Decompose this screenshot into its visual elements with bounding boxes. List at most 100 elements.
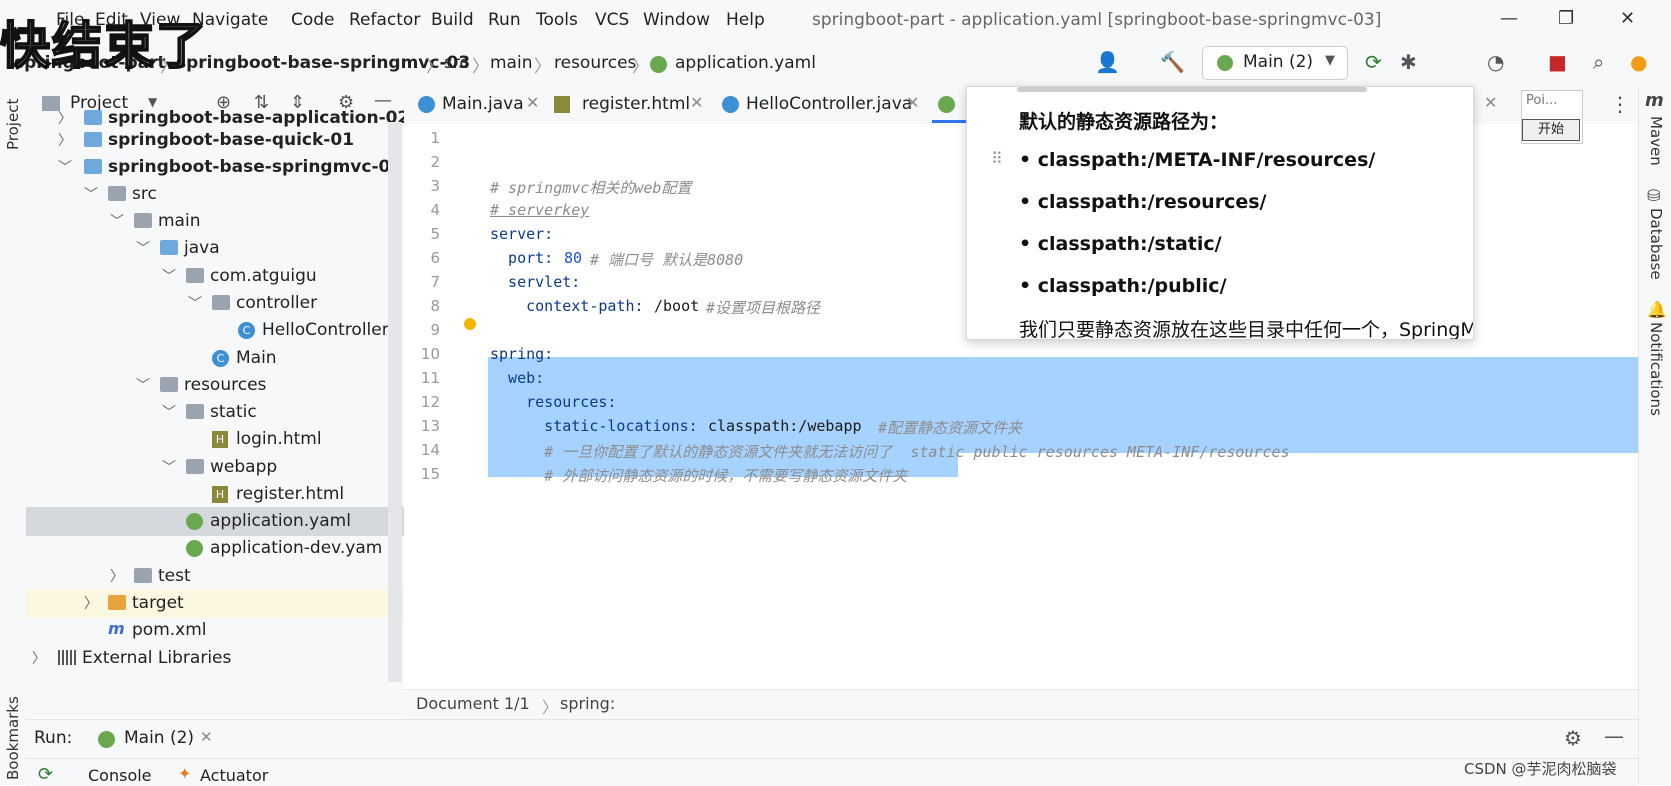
chevron-down-icon[interactable]: ﹀ xyxy=(162,402,176,422)
stop-icon[interactable]: ■ xyxy=(1548,50,1567,74)
restore-icon[interactable]: ❐ xyxy=(1558,8,1574,29)
tree-item-target[interactable]: 〉 target xyxy=(26,589,404,618)
tab-actuator[interactable]: Actuator xyxy=(200,766,268,785)
tree-item-application-yaml[interactable]: application.yaml xyxy=(26,507,404,536)
chevron-right-icon[interactable]: 〉 xyxy=(58,130,72,150)
start-button[interactable]: 开始 xyxy=(1522,119,1580,141)
chevron-down-icon[interactable]: ﹀ xyxy=(84,184,98,204)
chevron-down-icon[interactable]: ﹀ xyxy=(58,157,72,177)
chevron-right-icon[interactable]: 〉 xyxy=(84,593,98,613)
breadcrumb-file[interactable]: application.yaml xyxy=(675,53,816,73)
chevron-down-icon[interactable]: ﹀ xyxy=(136,238,150,258)
tree-item-package[interactable]: ﹀ com.atguigu xyxy=(26,262,404,291)
menu-build[interactable]: Build xyxy=(431,10,474,30)
hide-panel-icon[interactable]: — xyxy=(1604,724,1624,748)
rerun-icon[interactable]: ⟳ xyxy=(1365,50,1382,74)
user-icon[interactable]: 👤 xyxy=(1095,50,1120,74)
menu-code[interactable]: Code xyxy=(291,10,335,30)
database-tool-tab[interactable]: Database xyxy=(1647,208,1665,280)
more-options-icon[interactable]: ⋮ xyxy=(1610,92,1630,116)
close-tab-icon[interactable]: ✕ xyxy=(690,93,703,112)
menu-help[interactable]: Help xyxy=(726,10,765,30)
close-tab-icon[interactable]: ✕ xyxy=(200,728,213,746)
maven-tool-tab[interactable]: Maven xyxy=(1647,116,1665,166)
menu-tools[interactable]: Tools xyxy=(536,10,578,30)
tree-item-test[interactable]: 〉 test xyxy=(26,562,404,591)
popup-scrollbar[interactable] xyxy=(1017,87,1367,92)
yaml-file-icon[interactable] xyxy=(938,96,955,113)
popup-list-item: classpath:/META-INF/resources/ xyxy=(1037,149,1376,171)
tree-item-controller[interactable]: ﹀ controller xyxy=(26,289,404,318)
menu-run[interactable]: Run xyxy=(488,10,521,30)
gear-icon[interactable]: ⚙ xyxy=(1564,726,1582,750)
tree-item-quick-01[interactable]: 〉 springboot-base-quick-01 xyxy=(26,126,404,155)
chevron-down-icon[interactable]: ﹀ xyxy=(162,266,176,286)
profiler-icon[interactable]: ◔ xyxy=(1487,50,1504,74)
tree-item-main[interactable]: ﹀ main xyxy=(26,207,404,236)
minimize-icon[interactable]: — xyxy=(1500,8,1518,29)
tree-item-webapp[interactable]: ﹀ webapp xyxy=(26,453,404,482)
build-hammer-icon[interactable]: 🔨 xyxy=(1160,50,1185,74)
chevron-down-icon[interactable]: ﹀ xyxy=(188,293,202,313)
tab-main-java[interactable]: Main.java xyxy=(442,94,524,114)
tree-item-src[interactable]: ﹀ src xyxy=(26,180,404,209)
scrollbar[interactable] xyxy=(388,122,402,682)
notifications-tool-tab[interactable]: Notifications xyxy=(1647,322,1665,416)
breadcrumb-separator-icon: 〉 xyxy=(632,57,649,77)
tab-hellocontroller[interactable]: HelloController.java xyxy=(746,94,912,114)
chevron-right-icon[interactable]: 〉 xyxy=(58,108,72,128)
chevron-down-icon[interactable]: ﹀ xyxy=(110,211,124,231)
close-tab-icon[interactable]: ✕ xyxy=(526,93,539,112)
bookmarks-tool-tab[interactable]: Bookmarks xyxy=(4,696,22,780)
tree-item-application-dev-yaml[interactable]: application-dev.yam xyxy=(26,534,404,563)
breadcrumb-resources[interactable]: resources xyxy=(554,53,636,73)
lightbulb-icon[interactable] xyxy=(464,318,476,330)
update-icon[interactable]: ● xyxy=(1630,50,1647,74)
recorder-field[interactable]: Poi... xyxy=(1526,93,1557,108)
actuator-icon: ✦ xyxy=(178,764,192,783)
tree-item-java[interactable]: ﹀ java xyxy=(26,234,404,263)
tree-item-label: Main xyxy=(236,348,277,368)
tab-register-html[interactable]: register.html xyxy=(582,94,690,114)
tree-item-static[interactable]: ﹀ static xyxy=(26,398,404,427)
debug-icon[interactable]: ✱ xyxy=(1400,50,1417,74)
menu-window[interactable]: Window xyxy=(643,10,710,30)
chevron-right-icon[interactable]: 〉 xyxy=(110,566,124,586)
documentation-popup[interactable]: 默认的静态资源路径为： ⠿ • classpath:/META-INF/reso… xyxy=(966,86,1474,340)
close-tab-icon[interactable]: ✕ xyxy=(906,93,919,112)
run-configuration-select[interactable]: Main (2) ▼ xyxy=(1202,46,1348,80)
drag-handle-icon[interactable]: ⠿ xyxy=(991,149,1003,168)
breadcrumb-src[interactable]: src xyxy=(444,53,469,73)
resources-folder-icon xyxy=(160,377,178,392)
chevron-right-icon[interactable]: 〉 xyxy=(32,648,46,668)
chevron-down-icon[interactable]: ﹀ xyxy=(162,457,176,477)
code-comment: #设置项目根路径 xyxy=(706,299,821,317)
menu-refactor[interactable]: Refactor xyxy=(349,10,420,30)
project-tool-tab[interactable]: Project xyxy=(4,99,22,150)
excluded-folder-icon xyxy=(108,595,126,610)
run-tab-main[interactable]: Main (2) xyxy=(124,728,194,748)
tree-item-login-html[interactable]: H login.html xyxy=(26,425,404,454)
tree-item-hellocontroller[interactable]: C HelloController xyxy=(26,316,404,345)
rerun-icon[interactable]: ⟳ xyxy=(38,764,53,785)
breadcrumb-main[interactable]: main xyxy=(490,53,532,73)
tree-item-label: application-dev.yam xyxy=(210,538,383,558)
tree-item-register-html[interactable]: H register.html xyxy=(26,480,404,509)
tree-item-label: src xyxy=(132,184,157,204)
yaml-path-crumb[interactable]: spring: xyxy=(560,694,615,713)
tree-item-springmvc-03[interactable]: ﹀ springboot-base-springmvc-03 xyxy=(26,153,404,182)
search-icon[interactable]: ⌕ xyxy=(1593,50,1604,74)
tab-console[interactable]: Console xyxy=(88,766,152,785)
project-panel: Project ▼ ⊕ ⇅ ⇕ ⚙ — 〉 springboot-base-ap… xyxy=(26,86,405,718)
menu-vcs[interactable]: VCS xyxy=(595,10,629,30)
tree-item-main-class[interactable]: C Main xyxy=(26,344,404,373)
spring-icon xyxy=(1217,55,1233,71)
chevron-down-icon[interactable]: ﹀ xyxy=(136,375,150,395)
document-indicator[interactable]: Document 1/1 xyxy=(416,694,530,713)
tree-item-resources[interactable]: ﹀ resources xyxy=(26,371,404,400)
close-icon[interactable]: ✕ xyxy=(1620,8,1635,29)
tree-item-pom[interactable]: m pom.xml xyxy=(26,616,404,645)
popup-title: 默认的静态资源路径为： xyxy=(1019,111,1229,133)
close-tab-icon[interactable]: ✕ xyxy=(1484,93,1497,112)
tree-item-external-libraries[interactable]: 〉 External Libraries xyxy=(26,644,404,673)
